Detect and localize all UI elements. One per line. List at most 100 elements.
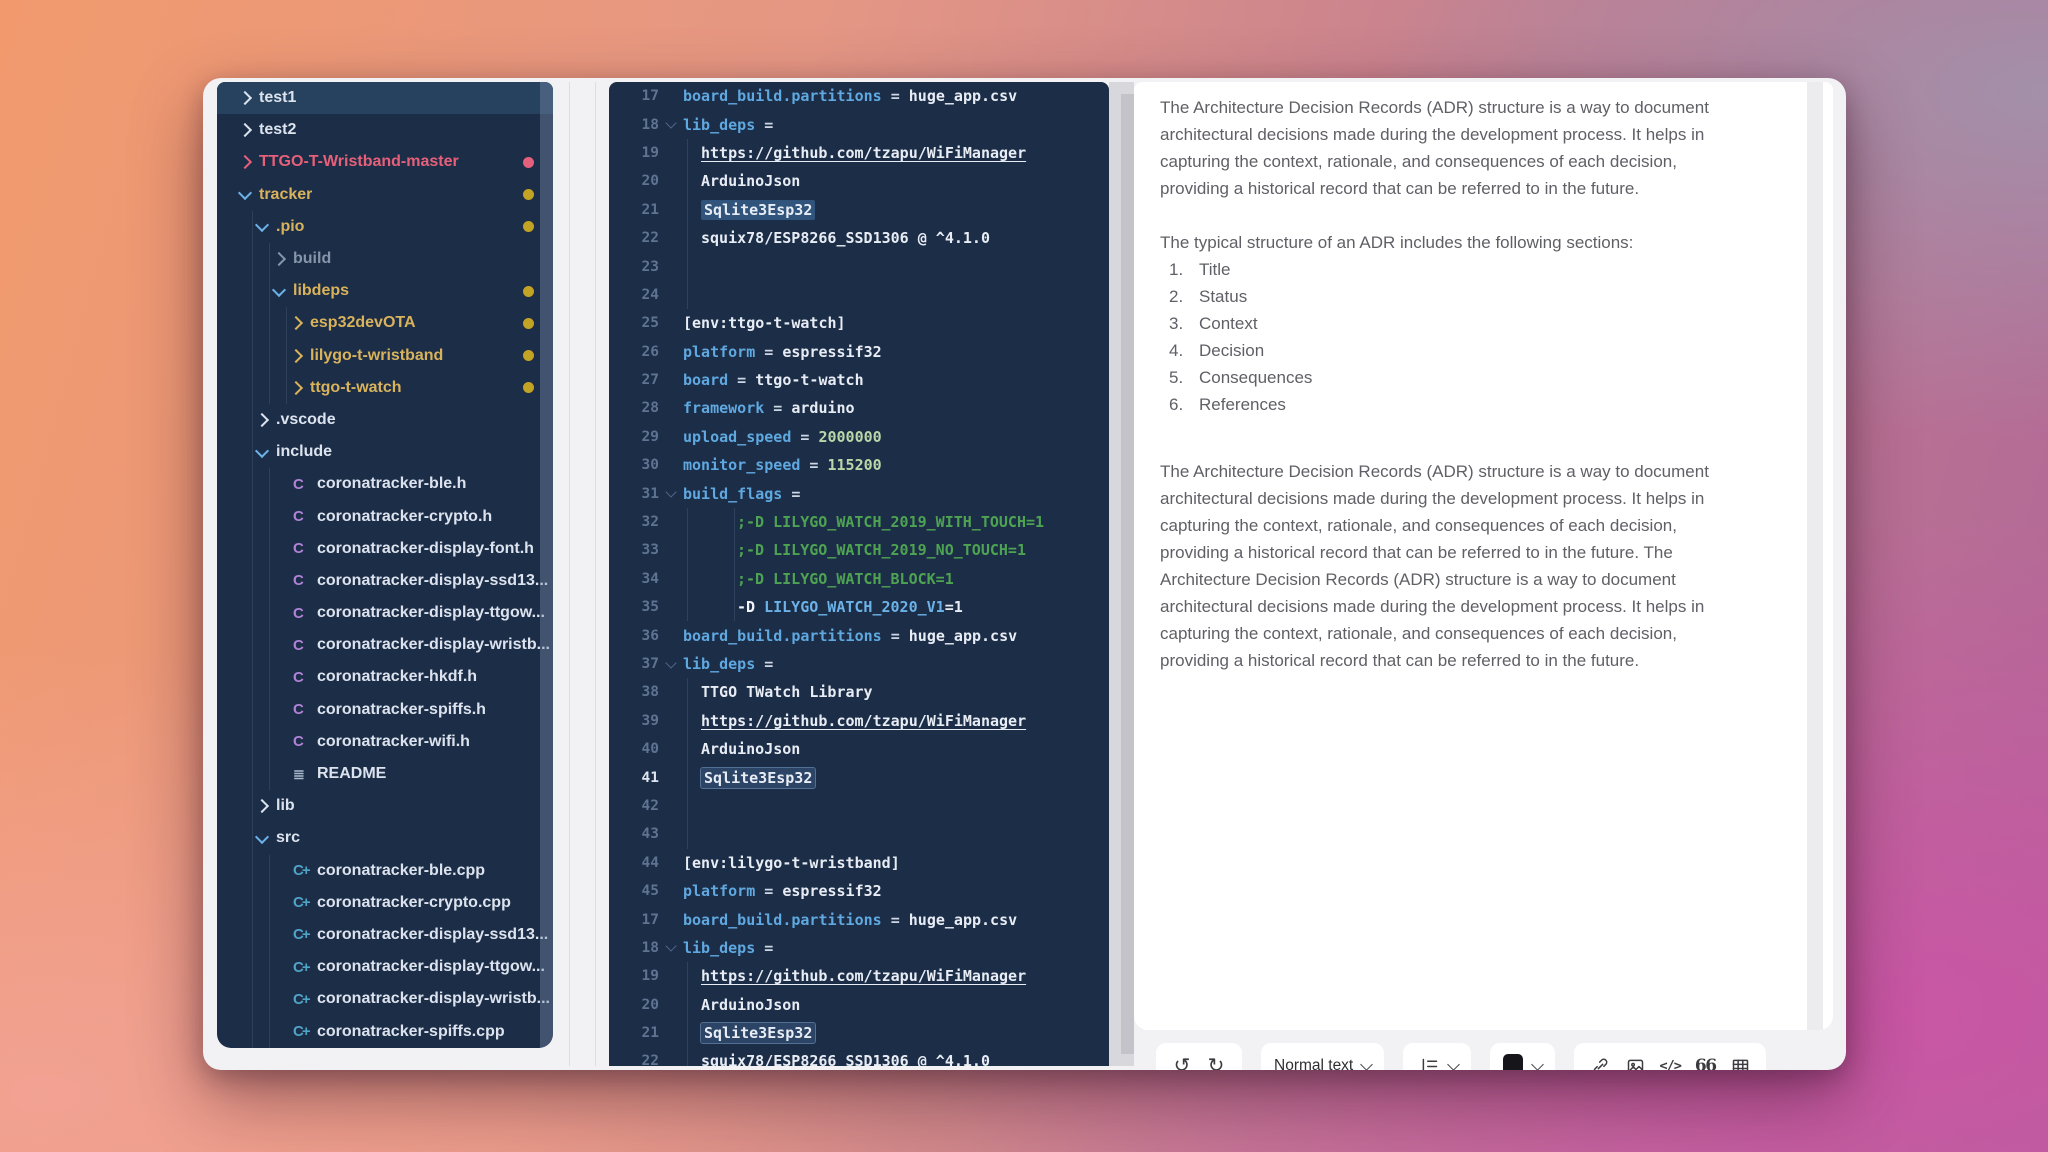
line-number: 41 bbox=[609, 770, 659, 786]
code-line[interactable]: 35-D LILYGO_WATCH_2020_V1=1 bbox=[609, 593, 1109, 621]
code-line[interactable]: 38TTGO TWatch Library bbox=[609, 678, 1109, 706]
link-icon[interactable] bbox=[1587, 1053, 1613, 1070]
image-icon[interactable] bbox=[1622, 1053, 1648, 1070]
code-line[interactable]: 23 bbox=[609, 252, 1109, 280]
explorer-item[interactable]: Ccoronatracker-display-font.h bbox=[217, 533, 553, 565]
paragraph: The Architecture Decision Records (ADR) … bbox=[1160, 94, 1793, 202]
code-line[interactable]: 17board_build.partitions = huge_app.csv bbox=[609, 905, 1109, 933]
color-swatch bbox=[1503, 1054, 1523, 1070]
explorer-item[interactable]: Ccoronatracker-display-ssd13... bbox=[217, 565, 553, 597]
code-line[interactable]: 20ArduinoJson bbox=[609, 167, 1109, 195]
code-line[interactable]: 37lib_deps = bbox=[609, 650, 1109, 678]
explorer-item[interactable]: libdeps bbox=[217, 275, 553, 307]
code-line[interactable]: 45platform = espressif32 bbox=[609, 877, 1109, 905]
explorer-item[interactable]: include bbox=[217, 436, 553, 468]
explorer-item[interactable]: TTGO-T-Wristband-master bbox=[217, 146, 553, 178]
list-style-dropdown[interactable] bbox=[1403, 1043, 1471, 1070]
code-line[interactable]: 41Sqlite3Esp32 bbox=[609, 763, 1109, 791]
fold-chevron-icon[interactable] bbox=[665, 657, 676, 668]
explorer-item[interactable]: Ccoronatracker-crypto.h bbox=[217, 500, 553, 532]
explorer-item[interactable]: C+coronatracker-spiffs.cpp bbox=[217, 1015, 553, 1047]
code-line[interactable]: 24 bbox=[609, 281, 1109, 309]
text-color-dropdown[interactable] bbox=[1490, 1043, 1555, 1070]
explorer-item[interactable]: src bbox=[217, 822, 553, 854]
chevron-down-icon bbox=[1447, 1058, 1460, 1070]
code-line[interactable]: 27board = ttgo-t-watch bbox=[609, 366, 1109, 394]
explorer-item-label: coronatracker-spiffs.cpp bbox=[317, 1023, 505, 1041]
redo-icon[interactable]: ↻ bbox=[1203, 1053, 1229, 1070]
indent-guide bbox=[252, 790, 253, 822]
c-file-icon: C bbox=[293, 572, 317, 589]
indent-guide bbox=[269, 533, 270, 565]
explorer-item[interactable]: .pio bbox=[217, 211, 553, 243]
code-line[interactable]: 43 bbox=[609, 820, 1109, 848]
explorer-item[interactable]: C+coronatracker-display-ttgow... bbox=[217, 951, 553, 983]
explorer-item[interactable]: Ccoronatracker-display-ttgow... bbox=[217, 597, 553, 629]
document-scrollbar-track bbox=[1109, 82, 1134, 1066]
explorer-item[interactable]: ≣README bbox=[217, 758, 553, 790]
fold-chevron-icon[interactable] bbox=[665, 941, 676, 952]
undo-icon[interactable]: ↺ bbox=[1169, 1053, 1195, 1070]
code-line[interactable]: 19https://github.com/tzapu/WiFiManager bbox=[609, 139, 1109, 167]
document-scrollbar[interactable] bbox=[1121, 94, 1134, 1054]
code-icon[interactable]: </> bbox=[1657, 1053, 1683, 1070]
fold-chevron-icon[interactable] bbox=[665, 486, 676, 497]
code-line[interactable]: 32;-D LILYGO_WATCH_2019_WITH_TOUCH=1 bbox=[609, 508, 1109, 536]
code-line[interactable]: 42 bbox=[609, 792, 1109, 820]
explorer-scrollbar[interactable] bbox=[540, 82, 553, 1048]
explorer-item[interactable]: test1 bbox=[217, 82, 553, 114]
explorer-item[interactable]: Ccoronatracker-spiffs.h bbox=[217, 694, 553, 726]
table-icon[interactable] bbox=[1727, 1053, 1753, 1070]
code-line[interactable]: 33;-D LILYGO_WATCH_2019_NO_TOUCH=1 bbox=[609, 536, 1109, 564]
code-line[interactable]: 31build_flags = bbox=[609, 479, 1109, 507]
code-line[interactable]: 22squix78/ESP8266_SSD1306 @ ^4.1.0 bbox=[609, 224, 1109, 252]
code-line[interactable]: 28framework = arduino bbox=[609, 394, 1109, 422]
explorer-item[interactable]: ttgo-t-watch bbox=[217, 372, 553, 404]
explorer-item[interactable]: C+coronatracker-display-ssd13... bbox=[217, 919, 553, 951]
explorer-item[interactable]: C+coronatracker-crypto.cpp bbox=[217, 887, 553, 919]
code-line[interactable]: 30monitor_speed = 115200 bbox=[609, 451, 1109, 479]
indent-guide bbox=[687, 536, 688, 564]
document-editor[interactable]: The Architecture Decision Records (ADR) … bbox=[1134, 82, 1833, 1030]
explorer-item[interactable]: Ccoronatracker-ble.h bbox=[217, 468, 553, 500]
code-line[interactable]: 21Sqlite3Esp32 bbox=[609, 1019, 1109, 1047]
explorer-item[interactable]: lib bbox=[217, 790, 553, 822]
explorer-item[interactable]: Ccoronatracker-display-wristb... bbox=[217, 629, 553, 661]
code-line[interactable]: 20ArduinoJson bbox=[609, 991, 1109, 1019]
code-line[interactable]: 22squix78/ESP8266_SSD1306 @ ^4.1.0 bbox=[609, 1047, 1109, 1066]
code-line[interactable]: 25[env:ttgo-t-watch] bbox=[609, 309, 1109, 337]
explorer-item[interactable]: tracker bbox=[217, 179, 553, 211]
code-line[interactable]: 29upload_speed = 2000000 bbox=[609, 423, 1109, 451]
indent-guide bbox=[252, 983, 253, 1015]
code-line[interactable]: 34;-D LILYGO_WATCH_BLOCK=1 bbox=[609, 565, 1109, 593]
line-number: 32 bbox=[609, 514, 659, 530]
explorer-item[interactable]: C+coronatracker-ble.cpp bbox=[217, 855, 553, 887]
explorer-item[interactable]: test2 bbox=[217, 114, 553, 146]
quote-icon[interactable]: 66 bbox=[1692, 1053, 1718, 1070]
fold-chevron-icon[interactable] bbox=[665, 117, 676, 128]
code-line[interactable]: 21Sqlite3Esp32 bbox=[609, 196, 1109, 224]
line-number: 39 bbox=[609, 713, 659, 729]
indent-guide bbox=[269, 500, 270, 532]
explorer-item-label: lib bbox=[276, 797, 295, 815]
code-line[interactable]: 36board_build.partitions = huge_app.csv bbox=[609, 621, 1109, 649]
indent-guide bbox=[269, 694, 270, 726]
code-line[interactable]: 40ArduinoJson bbox=[609, 735, 1109, 763]
explorer-item[interactable]: Ccoronatracker-wifi.h bbox=[217, 726, 553, 758]
chevron-right-icon bbox=[289, 381, 303, 395]
explorer-item[interactable]: .vscode bbox=[217, 404, 553, 436]
explorer-item[interactable]: lilygo-t-wristband bbox=[217, 340, 553, 372]
code-line[interactable]: 39 https://github.com/tzapu/WiFiManager bbox=[609, 707, 1109, 735]
explorer-item[interactable]: C+coronatracker-display-wristb... bbox=[217, 983, 553, 1015]
code-line[interactable]: 18lib_deps = bbox=[609, 934, 1109, 962]
code-line[interactable]: 26platform = espressif32 bbox=[609, 338, 1109, 366]
code-line[interactable]: 17board_build.partitions = huge_app.csv bbox=[609, 82, 1109, 110]
explorer-item[interactable]: esp32devOTA bbox=[217, 307, 553, 339]
text-style-dropdown[interactable]: Normal text bbox=[1261, 1043, 1384, 1070]
code-line[interactable]: 18lib_deps = bbox=[609, 110, 1109, 138]
code-token: https://github.com/tzapu/WiFiManager bbox=[701, 712, 1026, 730]
explorer-item[interactable]: build bbox=[217, 243, 553, 275]
explorer-item[interactable]: Ccoronatracker-hkdf.h bbox=[217, 661, 553, 693]
code-line[interactable]: 44[env:lilygo-t-wristband] bbox=[609, 849, 1109, 877]
code-line[interactable]: 19https://github.com/tzapu/WiFiManager bbox=[609, 962, 1109, 990]
